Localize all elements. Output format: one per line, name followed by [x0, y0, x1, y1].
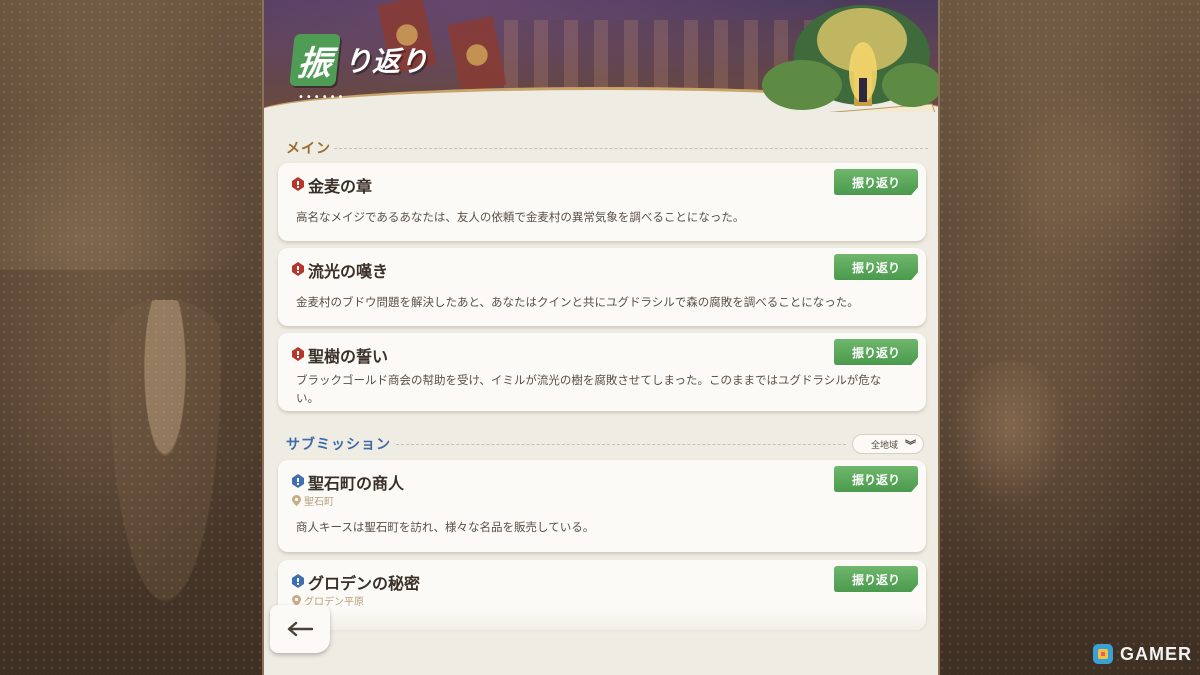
- section-divider: [334, 148, 928, 149]
- banner-flag-art: [447, 15, 507, 95]
- quest-location-name: 聖石町: [304, 497, 334, 508]
- section-label-main: メイン: [286, 141, 331, 157]
- red-gem-icon: [292, 177, 304, 191]
- region-filter-value: 全地域: [871, 440, 899, 451]
- watermark-text: GAMER: [1120, 643, 1192, 664]
- title-kanji-badge: 振: [289, 34, 341, 86]
- region-filter-dropdown[interactable]: 全地域 ︾: [852, 434, 924, 454]
- blue-gem-icon: [292, 574, 304, 588]
- quest-title: 金麦の章: [308, 177, 373, 196]
- review-panel: 振 り返り •••••• メイン 金麦の章 振り返り 高名なメイジであるあなたは…: [262, 0, 940, 675]
- quest-title: 流光の嘆き: [308, 262, 389, 281]
- section-label-sub: サブミッション: [286, 437, 391, 453]
- list-fade: [264, 610, 938, 675]
- dot-pattern: [0, 0, 262, 675]
- section-divider: [396, 444, 846, 445]
- quest-card-main-1[interactable]: 金麦の章 振り返り 高名なメイジであるあなたは、友人の依頼で金麦村の異常気象を調…: [278, 163, 926, 241]
- gamer-logo-icon: [1093, 644, 1113, 664]
- gamer-watermark: GAMER: [1092, 643, 1192, 665]
- red-gem-icon: [292, 347, 304, 361]
- quest-description: ブラックゴールド商会の幇助を受け、イミルが流光の樹を腐敗させてしまった。このまま…: [296, 373, 882, 405]
- back-button[interactable]: [270, 605, 330, 653]
- dot-pattern: [938, 0, 1200, 675]
- quest-card-main-3[interactable]: 聖樹の誓い 振り返り ブラックゴールド商会の幇助を受け、イミルが流光の樹を腐敗さ…: [278, 333, 926, 411]
- header-banner: 振 り返り ••••••: [264, 0, 938, 112]
- quest-title: 聖石町の商人: [308, 474, 405, 493]
- review-button[interactable]: 振り返り: [834, 566, 918, 592]
- review-button[interactable]: 振り返り: [834, 339, 918, 365]
- review-button[interactable]: 振り返り: [834, 254, 918, 280]
- quest-description: 商人キースは聖石町を訪れ、様々な名品を販売している。: [296, 520, 595, 534]
- right-background-art: [938, 0, 1200, 675]
- red-gem-icon: [292, 262, 304, 276]
- back-arrow-icon: [287, 621, 313, 637]
- double-chevron-down-icon: ︾: [905, 439, 916, 452]
- title-dots: ••••••: [298, 92, 346, 103]
- quest-description: 金麦村のブドウ問題を解決したあと、あなたはクインと共にユグドラシルで森の腐敗を調…: [296, 295, 859, 309]
- review-button[interactable]: 振り返り: [834, 169, 918, 195]
- quest-location: 聖石町: [292, 493, 334, 508]
- title-text: り返り: [344, 45, 429, 78]
- review-button[interactable]: 振り返り: [834, 466, 918, 492]
- quest-title: 聖樹の誓い: [308, 347, 389, 366]
- quest-card-sub-1[interactable]: 聖石町の商人 聖石町 商人キースは聖石町を訪れ、様々な名品を販売している。 振り…: [278, 460, 926, 552]
- left-background-art: [0, 0, 262, 675]
- quest-description: 高名なメイジであるあなたは、友人の依頼で金麦村の異常気象を調べることになった。: [296, 210, 745, 224]
- quest-card-main-2[interactable]: 流光の嘆き 振り返り 金麦村のブドウ問題を解決したあと、あなたはクインと共にユグ…: [278, 248, 926, 326]
- location-pin-icon: [292, 495, 301, 506]
- tree-book-illustration: [762, 5, 938, 112]
- page-title: 振 り返り: [289, 34, 429, 86]
- quest-title: グロデンの秘密: [308, 574, 421, 593]
- blue-gem-icon: [292, 474, 304, 488]
